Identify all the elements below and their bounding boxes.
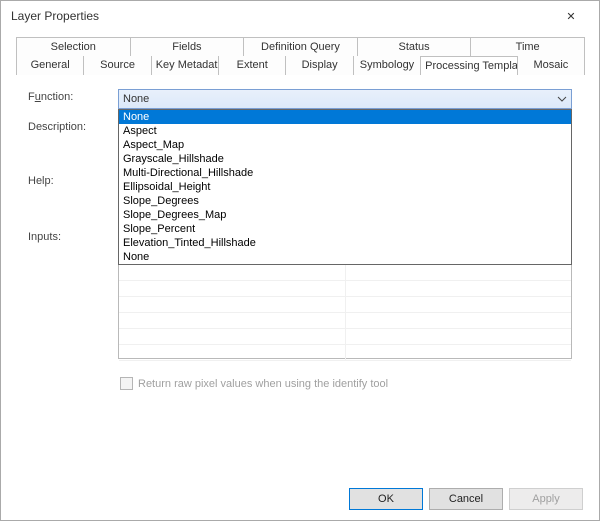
- tab-strip: Selection Fields Definition Query Status…: [16, 37, 584, 75]
- tab-mosaic[interactable]: Mosaic: [517, 56, 585, 75]
- tab-extent[interactable]: Extent: [218, 56, 286, 75]
- function-dropdown[interactable]: None Aspect Aspect_Map Grayscale_Hillsha…: [118, 109, 572, 265]
- tab-status[interactable]: Status: [357, 37, 472, 56]
- tab-row-top: Selection Fields Definition Query Status…: [16, 37, 584, 56]
- cancel-button[interactable]: Cancel: [429, 488, 503, 510]
- tab-time[interactable]: Time: [470, 37, 585, 56]
- function-option[interactable]: Aspect_Map: [119, 138, 571, 152]
- tab-source[interactable]: Source: [83, 56, 151, 75]
- chevron-down-icon: [557, 92, 567, 109]
- function-option[interactable]: Multi-Directional_Hillshade: [119, 166, 571, 180]
- tab-display[interactable]: Display: [285, 56, 353, 75]
- tab-definition-query[interactable]: Definition Query: [243, 37, 358, 56]
- function-option[interactable]: Aspect: [119, 124, 571, 138]
- grid-body: ...: [119, 249, 571, 361]
- close-icon: ✕: [566, 10, 575, 23]
- return-raw-checkbox-row[interactable]: Return raw pixel values when using the i…: [120, 377, 572, 390]
- tab-key-metadata[interactable]: Key Metadata: [151, 56, 219, 75]
- table-row[interactable]: [119, 313, 571, 329]
- function-row: Function: None None Aspect Aspect_Map Gr…: [28, 89, 572, 109]
- tab-row-bottom: General Source Key Metadata Extent Displ…: [16, 56, 584, 75]
- table-row[interactable]: [119, 329, 571, 345]
- dialog-buttons: OK Cancel Apply: [349, 488, 583, 510]
- table-row[interactable]: [119, 265, 571, 281]
- function-combo-value: None: [123, 93, 149, 105]
- tab-symbology[interactable]: Symbology: [353, 56, 421, 75]
- apply-button: Apply: [509, 488, 583, 510]
- tab-fields[interactable]: Fields: [130, 37, 245, 56]
- table-row[interactable]: [119, 297, 571, 313]
- tab-page: Function: None None Aspect Aspect_Map Gr…: [16, 75, 584, 495]
- window-title: Layer Properties: [9, 9, 99, 23]
- tab-selection[interactable]: Selection: [16, 37, 131, 56]
- function-option[interactable]: None: [119, 250, 571, 264]
- function-option[interactable]: Ellipsoidal_Height: [119, 180, 571, 194]
- ok-button[interactable]: OK: [349, 488, 423, 510]
- function-combo[interactable]: None: [118, 89, 572, 109]
- checkbox-icon: [120, 377, 133, 390]
- help-label: Help:: [28, 173, 118, 187]
- function-option[interactable]: Elevation_Tinted_Hillshade: [119, 236, 571, 250]
- description-label: Description:: [28, 119, 118, 133]
- close-button[interactable]: ✕: [551, 2, 591, 30]
- title-bar: Layer Properties ✕: [1, 1, 599, 31]
- return-raw-label: Return raw pixel values when using the i…: [138, 378, 388, 390]
- function-option[interactable]: Slope_Percent: [119, 222, 571, 236]
- tab-processing-templates[interactable]: Processing Templates: [420, 56, 518, 75]
- inputs-label: Inputs:: [28, 229, 118, 243]
- table-row[interactable]: [119, 345, 571, 361]
- tab-general[interactable]: General: [16, 56, 84, 75]
- function-option[interactable]: None: [119, 110, 571, 124]
- table-row[interactable]: [119, 281, 571, 297]
- function-option[interactable]: Slope_Degrees_Map: [119, 208, 571, 222]
- function-label: Function:: [28, 89, 118, 103]
- function-option[interactable]: Grayscale_Hillshade: [119, 152, 571, 166]
- function-option[interactable]: Slope_Degrees: [119, 194, 571, 208]
